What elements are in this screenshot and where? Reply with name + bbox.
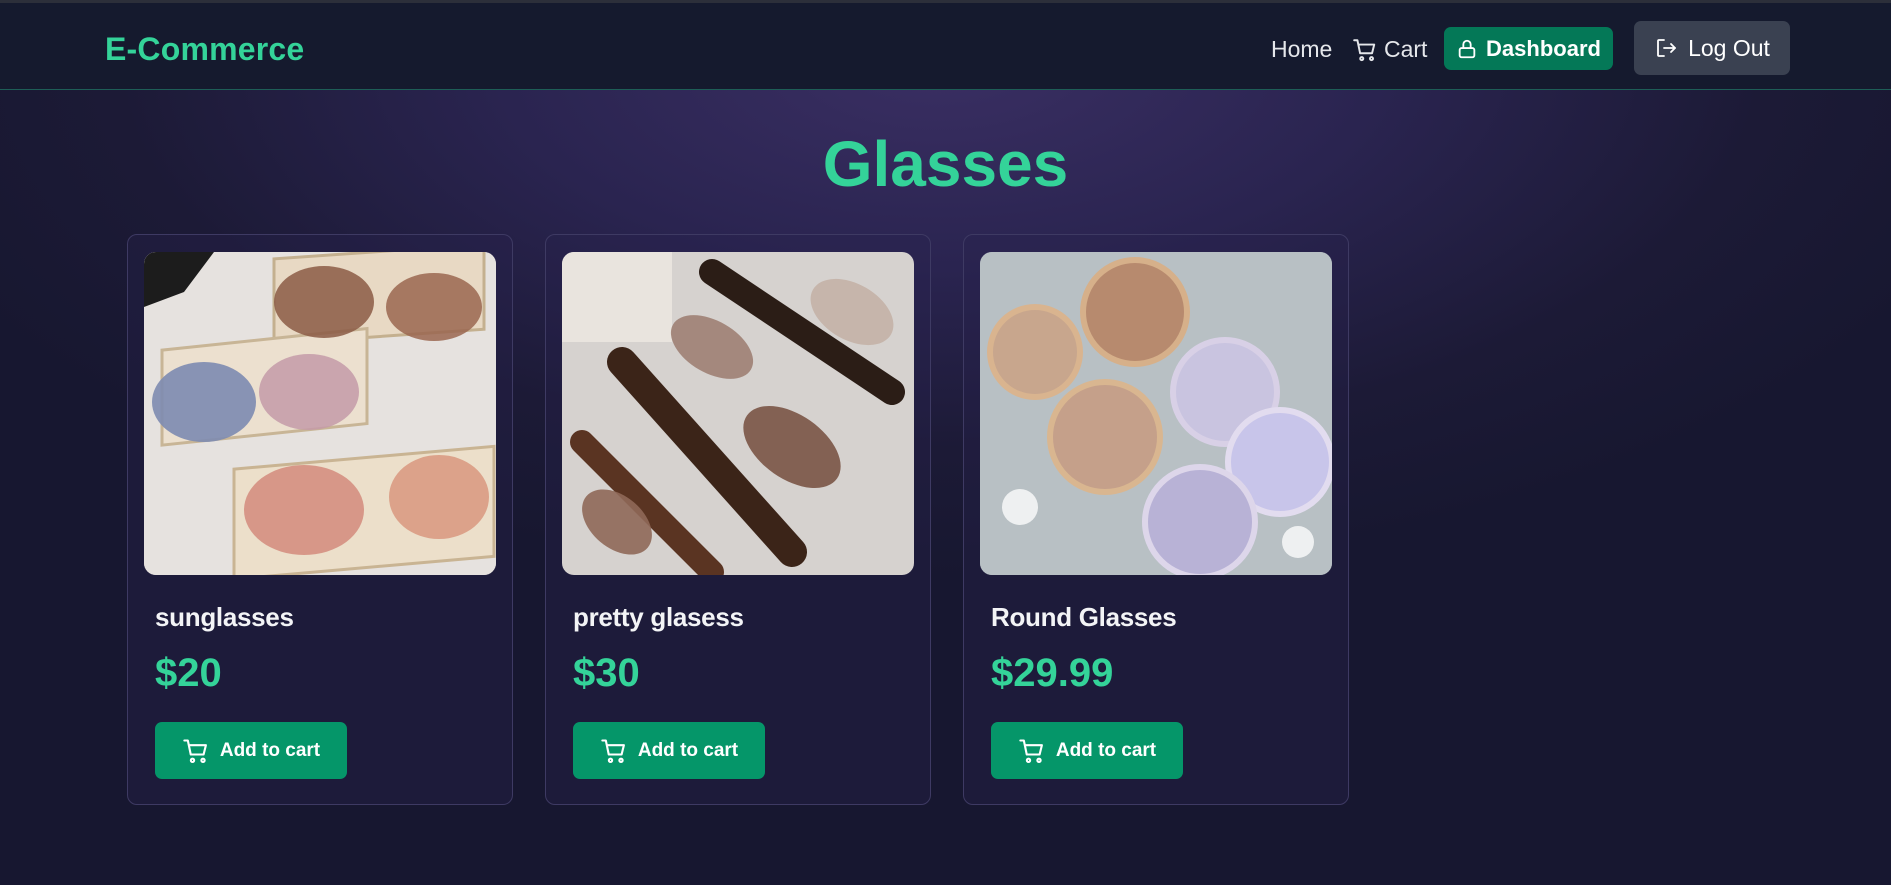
product-image[interactable] bbox=[562, 252, 914, 575]
add-to-cart-label: Add to cart bbox=[219, 739, 321, 761]
product-name: Round Glasses bbox=[991, 602, 1177, 632]
logout-icon bbox=[1657, 39, 1676, 57]
nav-home-link[interactable]: Home bbox=[1271, 36, 1332, 63]
product-image[interactable] bbox=[980, 252, 1332, 575]
product-card: Round Glasses $29.99 Add to cart bbox=[963, 234, 1349, 805]
dashboard-label: Dashboard bbox=[1486, 35, 1601, 61]
add-to-cart-label: Add to cart bbox=[637, 739, 739, 761]
nav-cart-link[interactable]: Cart bbox=[1352, 36, 1427, 63]
product-card: pretty glasess $30 Add to cart bbox=[545, 234, 931, 805]
add-to-cart-button[interactable]: Add to cart bbox=[573, 722, 765, 779]
lock-icon bbox=[1458, 39, 1476, 58]
product-price: $30 bbox=[573, 651, 640, 695]
product-image[interactable] bbox=[144, 252, 496, 575]
navbar: E-Commerce Home Cart Dashboard Log Out bbox=[0, 3, 1891, 90]
cart-icon bbox=[601, 738, 625, 763]
page-title: Glasses bbox=[822, 128, 1069, 200]
product-price: $29.99 bbox=[991, 651, 1114, 695]
logout-button[interactable]: Log Out bbox=[1634, 21, 1790, 75]
cart-icon bbox=[1019, 738, 1043, 763]
logout-label: Log Out bbox=[1688, 34, 1770, 61]
round-glasses-photo bbox=[980, 252, 1332, 575]
cart-icon bbox=[183, 738, 207, 763]
dashboard-button[interactable]: Dashboard bbox=[1444, 27, 1613, 70]
add-to-cart-label: Add to cart bbox=[1055, 739, 1157, 761]
product-name: pretty glasess bbox=[573, 602, 744, 632]
nav-cart-label: Cart bbox=[1384, 36, 1428, 62]
product-price: $20 bbox=[155, 651, 222, 695]
cart-icon bbox=[1353, 38, 1376, 61]
brand-logo[interactable]: E-Commerce bbox=[105, 31, 304, 68]
product-name: sunglasses bbox=[155, 602, 294, 632]
add-to-cart-button[interactable]: Add to cart bbox=[155, 722, 347, 779]
sunglasses-photo bbox=[144, 252, 496, 575]
pretty-glasses-photo bbox=[562, 252, 914, 575]
add-to-cart-button[interactable]: Add to cart bbox=[991, 722, 1183, 779]
product-card: sunglasses $20 Add to cart bbox=[127, 234, 513, 805]
